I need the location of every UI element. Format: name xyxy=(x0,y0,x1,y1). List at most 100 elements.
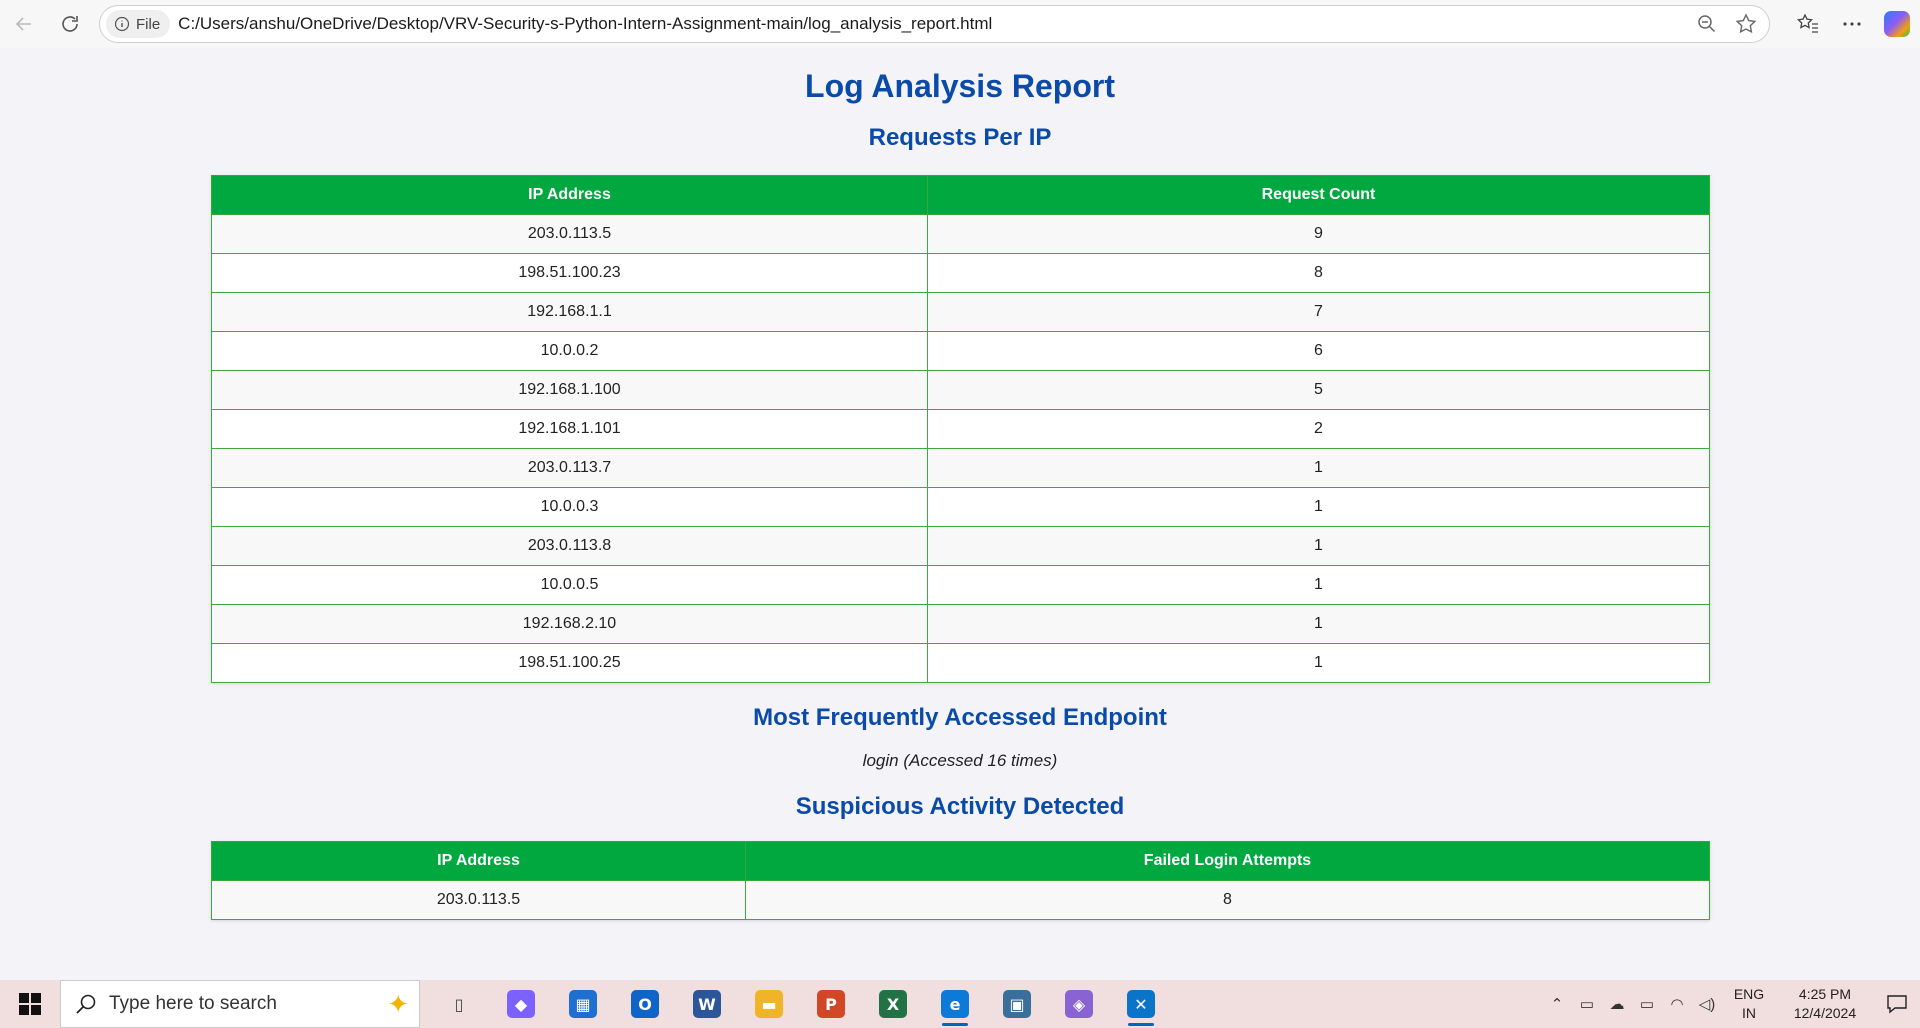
zoom-out-icon[interactable] xyxy=(1697,14,1717,34)
task-view-taskbar-button[interactable]: ▯ xyxy=(428,980,490,1028)
edge-taskbar-button[interactable]: e xyxy=(924,980,986,1028)
reload-button[interactable] xyxy=(52,6,88,42)
count-cell: 6 xyxy=(927,331,1710,371)
address-bar[interactable]: File C:/Users/anshu/OneDrive/Desktop/VRV… xyxy=(99,5,1770,43)
ip-cell: 198.51.100.23 xyxy=(211,253,928,293)
table-row: 10.0.0.2 6 xyxy=(211,331,1710,371)
failed-count-cell: 8 xyxy=(745,880,1710,920)
table-row: 10.0.0.5 1 xyxy=(211,565,1710,605)
outlook-taskbar-button[interactable]: O xyxy=(614,980,676,1028)
browser-toolbar: File C:/Users/anshu/OneDrive/Desktop/VRV… xyxy=(0,0,1920,48)
count-cell: 7 xyxy=(927,292,1710,332)
ip-cell: 10.0.0.5 xyxy=(211,565,928,605)
word-icon: W xyxy=(693,990,721,1018)
input-language[interactable]: ENG IN xyxy=(1722,985,1776,1023)
file-explorer-taskbar-button[interactable]: ▬ xyxy=(738,980,800,1028)
requests-table-header-row: IP Address Request Count xyxy=(211,175,1710,215)
table-row: 192.168.1.101 2 xyxy=(211,409,1710,449)
table-row: 203.0.113.7 1 xyxy=(211,448,1710,488)
microsoft-store-icon: ▦ xyxy=(569,990,597,1018)
endpoint-section-title: Most Frequently Accessed Endpoint xyxy=(753,704,1167,731)
volume-icon[interactable]: ◁) xyxy=(1692,980,1722,1028)
more-options-icon[interactable] xyxy=(1840,12,1864,36)
search-icon xyxy=(76,994,96,1014)
table-row: 10.0.0.3 1 xyxy=(211,487,1710,527)
python-idle-taskbar-button[interactable]: ▣ xyxy=(986,980,1048,1028)
chevron-up-icon[interactable]: ⌃ xyxy=(1542,980,1572,1028)
table-row: 198.51.100.25 1 xyxy=(211,643,1710,683)
endpoint-summary: login (Accessed 16 times) xyxy=(862,751,1058,770)
taskbar-apps: ▯ ◆ ▦ O W ▬ P Xe ▣ ◈ ✕ xyxy=(428,980,1172,1028)
browser-right-icons xyxy=(1796,6,1910,42)
microsoft-store-taskbar-button[interactable]: ▦ xyxy=(552,980,614,1028)
page-title: Log Analysis Report xyxy=(805,68,1115,104)
reload-icon xyxy=(62,16,78,32)
ip-cell: 192.168.1.100 xyxy=(211,370,928,410)
lang-code: ENG xyxy=(1733,986,1765,1002)
copilot-icon: ◆ xyxy=(507,990,535,1018)
excel-taskbar-button[interactable]: X xyxy=(862,980,924,1028)
copilot-taskbar-button[interactable]: ◆ xyxy=(490,980,552,1028)
powerpoint-taskbar-button[interactable]: P xyxy=(800,980,862,1028)
table-row: 198.51.100.23 8 xyxy=(211,253,1710,293)
file-label: File xyxy=(136,15,161,33)
notifications-button[interactable] xyxy=(1874,980,1920,1028)
onedrive-error-icon[interactable]: ☁ xyxy=(1602,980,1632,1028)
edge-icon: e xyxy=(941,990,969,1018)
word-taskbar-button[interactable]: W xyxy=(676,980,738,1028)
table-row: 203.0.113.5 8 xyxy=(211,880,1710,920)
m365-taskbar-button[interactable]: ◈ xyxy=(1048,980,1110,1028)
table-row: 192.168.1.100 5 xyxy=(211,370,1710,410)
ip-cell: 203.0.113.5 xyxy=(211,880,746,920)
favorite-star-icon[interactable] xyxy=(1735,13,1757,35)
ip-cell: 192.168.1.101 xyxy=(211,409,928,449)
ip-cell: 10.0.0.2 xyxy=(211,331,928,371)
back-arrow-icon xyxy=(15,17,31,31)
ip-cell: 198.51.100.25 xyxy=(211,643,928,683)
excel-icon: X xyxy=(879,990,907,1018)
python-idle-icon: ▣ xyxy=(1003,990,1031,1018)
info-icon xyxy=(114,16,130,32)
ip-cell: 192.168.1.1 xyxy=(211,292,928,332)
windows-logo-icon xyxy=(19,993,41,1015)
table-row: 192.168.2.10 1 xyxy=(211,604,1710,644)
back-button[interactable] xyxy=(6,6,42,42)
ip-cell: 203.0.113.8 xyxy=(211,526,928,566)
ip-cell: 10.0.0.3 xyxy=(211,487,928,527)
lang-region: IN xyxy=(1742,1005,1756,1021)
count-cell: 9 xyxy=(927,214,1710,254)
wifi-icon[interactable]: ◠ xyxy=(1662,980,1692,1028)
count-cell: 1 xyxy=(927,487,1710,527)
column-header-ip: IP Address xyxy=(211,175,928,215)
battery-icon[interactable]: ▭ xyxy=(1632,980,1662,1028)
table-row: 203.0.113.5 9 xyxy=(211,214,1710,254)
taskbar-search[interactable]: Type here to search ✦ xyxy=(60,980,420,1028)
vscode-taskbar-button[interactable]: ✕ xyxy=(1110,980,1172,1028)
ip-cell: 203.0.113.5 xyxy=(211,214,928,254)
start-button[interactable] xyxy=(0,980,60,1028)
clock[interactable]: 4:25 PM 12/4/2024 xyxy=(1776,985,1874,1023)
count-cell: 2 xyxy=(927,409,1710,449)
file-explorer-icon: ▬ xyxy=(755,990,783,1018)
column-header-failed-logins: Failed Login Attempts xyxy=(745,841,1710,881)
ip-cell: 203.0.113.7 xyxy=(211,448,928,488)
table-row: 203.0.113.8 1 xyxy=(211,526,1710,566)
meet-icon[interactable]: ▭ xyxy=(1572,980,1602,1028)
count-cell: 1 xyxy=(927,526,1710,566)
suspicious-section-title: Suspicious Activity Detected xyxy=(795,793,1125,820)
count-cell: 5 xyxy=(927,370,1710,410)
sparkle-icon[interactable]: ✦ xyxy=(387,989,409,1020)
ip-cell: 192.168.2.10 xyxy=(211,604,928,644)
count-cell: 1 xyxy=(927,604,1710,644)
copilot-icon[interactable] xyxy=(1884,11,1910,37)
count-cell: 8 xyxy=(927,253,1710,293)
site-info-chip[interactable]: File xyxy=(106,10,171,38)
outlook-icon: O xyxy=(631,990,659,1018)
favorites-icon[interactable] xyxy=(1796,12,1820,36)
url-text[interactable]: C:/Users/anshu/OneDrive/Desktop/VRV-Secu… xyxy=(178,14,992,34)
column-header-count: Request Count xyxy=(927,175,1710,215)
suspicious-table: IP Address Failed Login Attempts 203.0.1… xyxy=(211,841,1710,920)
suspicious-table-header-row: IP Address Failed Login Attempts xyxy=(211,841,1710,881)
notification-icon xyxy=(1887,995,1907,1014)
clock-date: 12/4/2024 xyxy=(1793,1005,1857,1021)
